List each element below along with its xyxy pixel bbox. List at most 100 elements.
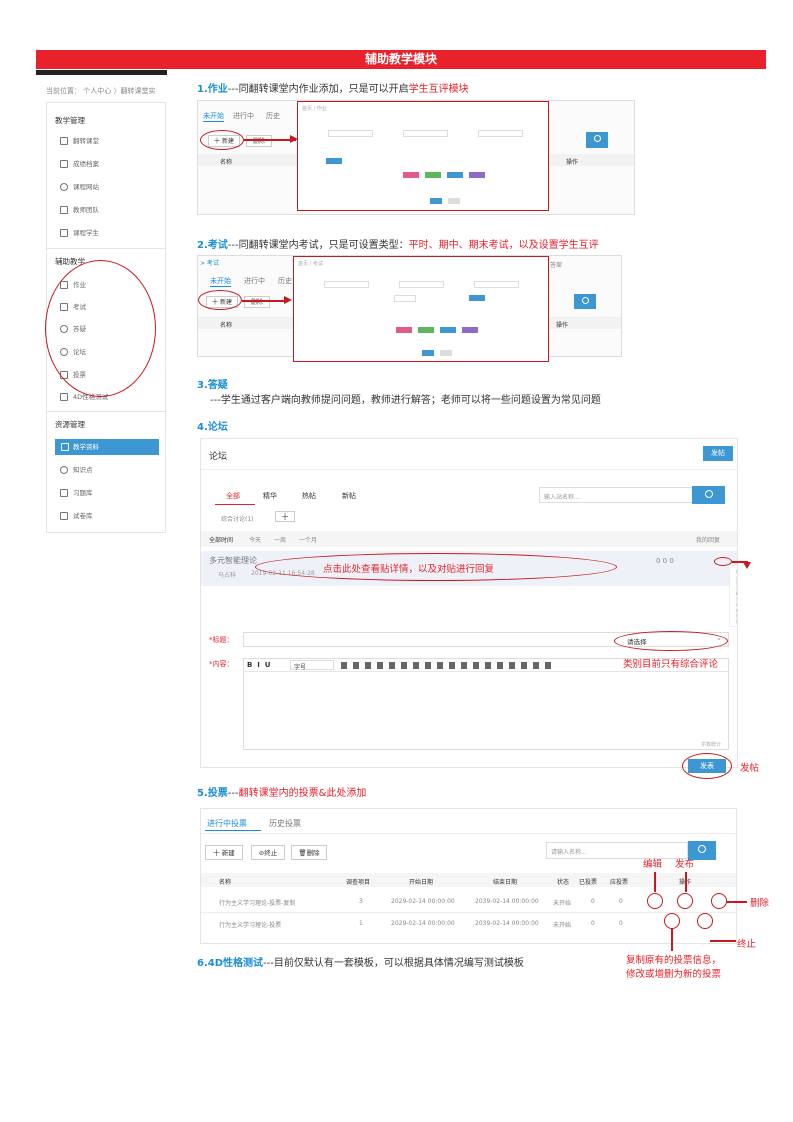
tab-hot[interactable]: 热帖 bbox=[302, 491, 316, 501]
sidebar-item-grades[interactable]: 成绩档案 bbox=[47, 158, 165, 170]
chip[interactable] bbox=[462, 327, 478, 333]
chip[interactable] bbox=[418, 327, 434, 333]
search-icon bbox=[704, 490, 713, 498]
new-vote-button[interactable]: 十 新建 bbox=[205, 845, 243, 860]
field[interactable] bbox=[328, 130, 373, 137]
tab-in-progress[interactable]: 进行中 bbox=[244, 276, 265, 286]
divider bbox=[47, 411, 165, 412]
table-row[interactable]: 行为主义学习理论-投票-复制 bbox=[219, 898, 295, 907]
table-cell: 3 bbox=[359, 898, 363, 905]
tab-history[interactable]: 历史 bbox=[266, 111, 280, 121]
knowledge-icon bbox=[60, 466, 68, 474]
chip[interactable] bbox=[425, 172, 441, 178]
tab-history[interactable]: 历史 bbox=[278, 276, 292, 286]
table-cell: 0 bbox=[619, 898, 623, 905]
sidebar-item-question-bank[interactable]: 习题库 bbox=[47, 487, 165, 499]
trash-icon: 🗑 bbox=[298, 849, 307, 857]
divider bbox=[47, 248, 165, 249]
annotation-copy: 复制原有的投票信息， 修改或增删为新的投票 bbox=[626, 955, 722, 980]
delete-icon[interactable] bbox=[711, 893, 727, 909]
field[interactable] bbox=[478, 130, 523, 137]
stop-vote-button[interactable]: ⊘终止 bbox=[251, 845, 285, 860]
group-title-teaching: 教学管理 bbox=[55, 116, 85, 125]
chip[interactable] bbox=[440, 327, 456, 333]
sidebar-item-flip-class[interactable]: 翻转课堂 bbox=[47, 135, 165, 147]
table-cell: 1 bbox=[359, 920, 363, 927]
breadcrumb: 当前位置： 个人中心 〉翻转课堂实 bbox=[46, 87, 156, 95]
search-button[interactable] bbox=[574, 294, 596, 309]
highlight-submit bbox=[682, 753, 732, 779]
filter-month[interactable]: 一个月 bbox=[299, 535, 317, 544]
cancel-button[interactable] bbox=[448, 198, 460, 204]
group-title-resources: 资源管理 bbox=[55, 420, 85, 429]
ok-button[interactable] bbox=[430, 198, 442, 204]
select-value[interactable]: 答案 bbox=[550, 260, 562, 269]
table-cell: 2029-02-14 00:00:00 bbox=[391, 898, 455, 905]
cancel-button[interactable] bbox=[440, 350, 452, 356]
tab-all[interactable]: 全部 bbox=[226, 491, 240, 501]
ok-button[interactable] bbox=[422, 350, 434, 356]
search-icon bbox=[581, 297, 589, 304]
table-cell: 0 bbox=[591, 920, 595, 927]
chip[interactable] bbox=[447, 172, 463, 178]
chip[interactable] bbox=[326, 158, 342, 164]
copy-icon[interactable] bbox=[664, 913, 680, 929]
post-title[interactable]: 多元智能理论 bbox=[209, 555, 257, 566]
sidebar-item-course-site[interactable]: 课程网站 bbox=[47, 181, 165, 193]
table-cell: 2029-02-14 00:00:00 bbox=[391, 920, 455, 927]
edit-icon[interactable] bbox=[647, 893, 663, 909]
filter-week[interactable]: 一周 bbox=[274, 535, 286, 544]
font-size-select[interactable]: 字号 bbox=[290, 660, 334, 671]
tab-active-votes[interactable]: 进行中投票 bbox=[207, 818, 247, 829]
stop-icon[interactable] bbox=[697, 913, 713, 929]
tab-underline bbox=[205, 830, 261, 831]
chip[interactable] bbox=[396, 327, 412, 333]
table-row[interactable]: 行为主义学习理论-投票 bbox=[219, 920, 281, 929]
filter-all-time[interactable]: 全部时间 bbox=[209, 535, 233, 544]
search-button[interactable] bbox=[586, 132, 608, 148]
chip[interactable] bbox=[469, 295, 485, 301]
chip[interactable] bbox=[403, 172, 419, 178]
word-counter: 字数统计 bbox=[701, 742, 722, 748]
tab-history-votes[interactable]: 历史投票 bbox=[269, 818, 301, 829]
tab-not-started[interactable]: 未开始 bbox=[210, 276, 231, 287]
sidebar-item-teachers[interactable]: 教师团队 bbox=[47, 204, 165, 216]
category-label[interactable]: 综合讨论(1) bbox=[221, 514, 254, 523]
field[interactable] bbox=[474, 281, 519, 288]
add-category-button[interactable]: 十 bbox=[275, 511, 295, 522]
filter-today[interactable]: 今天 bbox=[249, 535, 261, 544]
delete-vote-button[interactable]: 🗑删除 bbox=[291, 845, 327, 860]
post-top-button[interactable]: 发帖 bbox=[703, 446, 733, 461]
tab-in-progress[interactable]: 进行中 bbox=[233, 111, 254, 121]
search-button[interactable] bbox=[692, 486, 725, 504]
section-qa-heading: 3.答疑 bbox=[197, 380, 228, 391]
col-start: 开始日期 bbox=[409, 879, 434, 886]
sidebar-item-students[interactable]: 课程学生 bbox=[47, 227, 165, 239]
divider bbox=[201, 912, 736, 913]
homework-dialog: 首页 / 作业 bbox=[297, 101, 549, 211]
tab-featured[interactable]: 精华 bbox=[263, 491, 277, 501]
field[interactable] bbox=[399, 281, 444, 288]
publish-icon[interactable] bbox=[677, 893, 693, 909]
toolbar-icons[interactable] bbox=[341, 662, 551, 669]
dropdown-item[interactable]: 删除 bbox=[736, 613, 737, 625]
table-cell: 未开始 bbox=[553, 922, 572, 929]
vote-table-header bbox=[201, 873, 736, 887]
section-4d-heading: 6.4D性格测试---目前仅默认有一套模板，可以根据具体情况编写测试模板 bbox=[197, 958, 524, 969]
field[interactable] bbox=[324, 281, 369, 288]
delete-button[interactable]: 删除 bbox=[246, 135, 272, 147]
sidebar-item-paper-bank[interactable]: 试卷库 bbox=[47, 510, 165, 522]
sidebar-item-knowledge[interactable]: 知识点 bbox=[47, 464, 165, 476]
arrow-head bbox=[743, 562, 751, 569]
chip[interactable] bbox=[469, 172, 485, 178]
field[interactable] bbox=[394, 295, 416, 302]
search-input[interactable]: 输入站名称... bbox=[539, 487, 693, 503]
paper-icon bbox=[60, 512, 68, 520]
tab-new[interactable]: 新帖 bbox=[342, 491, 356, 501]
my-replies[interactable]: 我的回复 bbox=[696, 535, 720, 544]
field[interactable] bbox=[403, 130, 448, 137]
delete-button[interactable]: 删除 bbox=[244, 296, 270, 308]
tab-not-started[interactable]: 未开始 bbox=[203, 111, 224, 122]
sidebar-item-materials[interactable]: 教学资料 bbox=[55, 439, 159, 455]
vote-search-input[interactable]: 请输入名称... bbox=[546, 842, 688, 859]
